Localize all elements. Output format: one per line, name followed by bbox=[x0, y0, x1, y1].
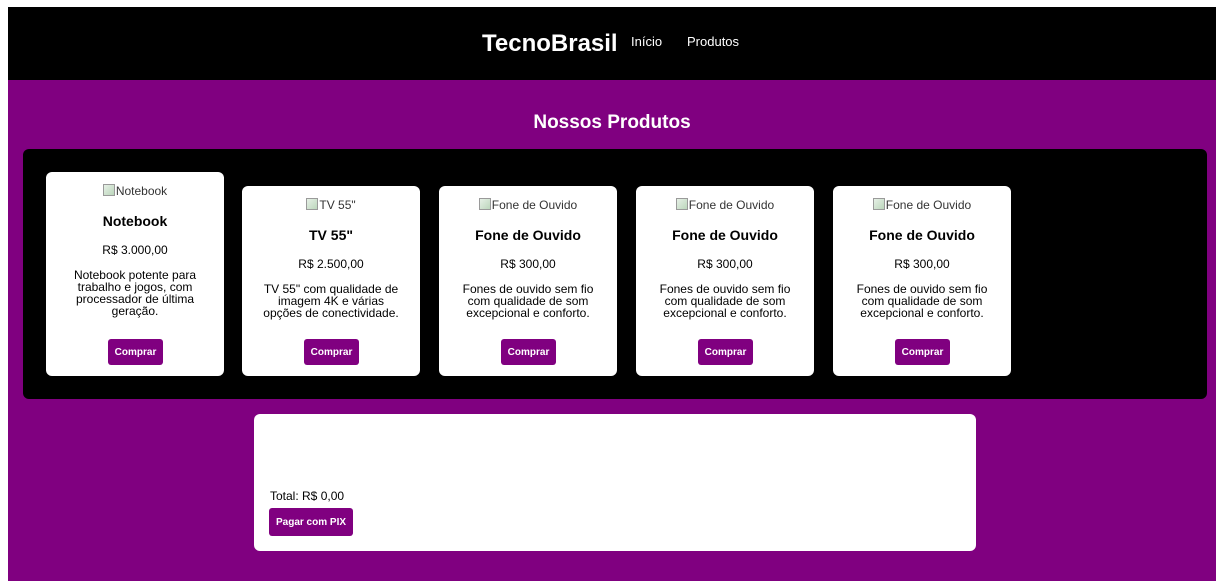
product-price: R$ 3.000,00 bbox=[102, 243, 168, 257]
product-image-alt: TV 55" bbox=[319, 198, 356, 212]
product-description: Fones de ouvido sem fio com qualidade de… bbox=[856, 282, 988, 320]
buy-button[interactable]: Comprar bbox=[698, 339, 753, 365]
product-card: Fone de Ouvido Fone de Ouvido R$ 300,00 … bbox=[636, 186, 814, 376]
product-image: TV 55" bbox=[242, 198, 420, 212]
nav-link-inicio[interactable]: Início bbox=[631, 34, 662, 50]
product-card: Fone de Ouvido Fone de Ouvido R$ 300,00 … bbox=[439, 186, 617, 376]
product-price: R$ 300,00 bbox=[500, 257, 556, 271]
buy-button[interactable]: Comprar bbox=[895, 339, 950, 365]
product-image: Fone de Ouvido bbox=[439, 198, 617, 212]
section-title: Nossos Produtos bbox=[533, 112, 691, 133]
page-background: TecnoBrasil Início Produtos Nossos Produ… bbox=[8, 7, 1216, 581]
product-image-alt: Fone de Ouvido bbox=[688, 198, 775, 212]
product-description: Notebook potente para trabalho e jogos, … bbox=[73, 268, 197, 318]
product-image: Notebook bbox=[46, 184, 224, 198]
product-image-alt: Notebook bbox=[115, 184, 168, 198]
broken-image-icon bbox=[102, 184, 115, 196]
cart-total: Total: R$ 0,00 bbox=[270, 489, 345, 503]
broken-image-icon bbox=[872, 198, 885, 210]
product-name: Fone de Ouvido bbox=[869, 227, 975, 243]
pay-pix-button[interactable]: Pagar com PIX bbox=[269, 508, 353, 536]
buy-button[interactable]: Comprar bbox=[304, 339, 359, 365]
product-name: TV 55" bbox=[309, 227, 353, 243]
nav-link-produtos[interactable]: Produtos bbox=[687, 34, 739, 50]
products-panel: Notebook Notebook R$ 3.000,00 Notebook p… bbox=[23, 149, 1207, 399]
product-price: R$ 300,00 bbox=[894, 257, 950, 271]
product-description: TV 55" com qualidade de imagem 4K e vári… bbox=[263, 282, 399, 320]
brand-logo[interactable]: TecnoBrasil bbox=[482, 28, 618, 60]
product-name: Fone de Ouvido bbox=[475, 227, 581, 243]
product-card: Fone de Ouvido Fone de Ouvido R$ 300,00 … bbox=[833, 186, 1011, 376]
product-image: Fone de Ouvido bbox=[636, 198, 814, 212]
product-price: R$ 300,00 bbox=[697, 257, 753, 271]
product-image-alt: Fone de Ouvido bbox=[885, 198, 972, 212]
buy-button[interactable]: Comprar bbox=[501, 339, 556, 365]
site-header: TecnoBrasil Início Produtos bbox=[8, 7, 1216, 80]
cart-panel: Total: R$ 0,00 Pagar com PIX bbox=[254, 414, 976, 551]
product-price: R$ 2.500,00 bbox=[298, 257, 364, 271]
broken-image-icon bbox=[675, 198, 688, 210]
product-description: Fones de ouvido sem fio com qualidade de… bbox=[659, 282, 791, 320]
product-card: Notebook Notebook R$ 3.000,00 Notebook p… bbox=[46, 172, 224, 376]
product-name: Notebook bbox=[102, 213, 168, 229]
product-card: TV 55" TV 55" R$ 2.500,00 TV 55" com qua… bbox=[242, 186, 420, 376]
product-image-alt: Fone de Ouvido bbox=[491, 198, 578, 212]
broken-image-icon bbox=[306, 198, 319, 210]
buy-button[interactable]: Comprar bbox=[108, 339, 163, 365]
product-name: Fone de Ouvido bbox=[672, 227, 778, 243]
product-description: Fones de ouvido sem fio com qualidade de… bbox=[462, 282, 594, 320]
product-image: Fone de Ouvido bbox=[833, 198, 1011, 212]
broken-image-icon bbox=[478, 198, 491, 210]
